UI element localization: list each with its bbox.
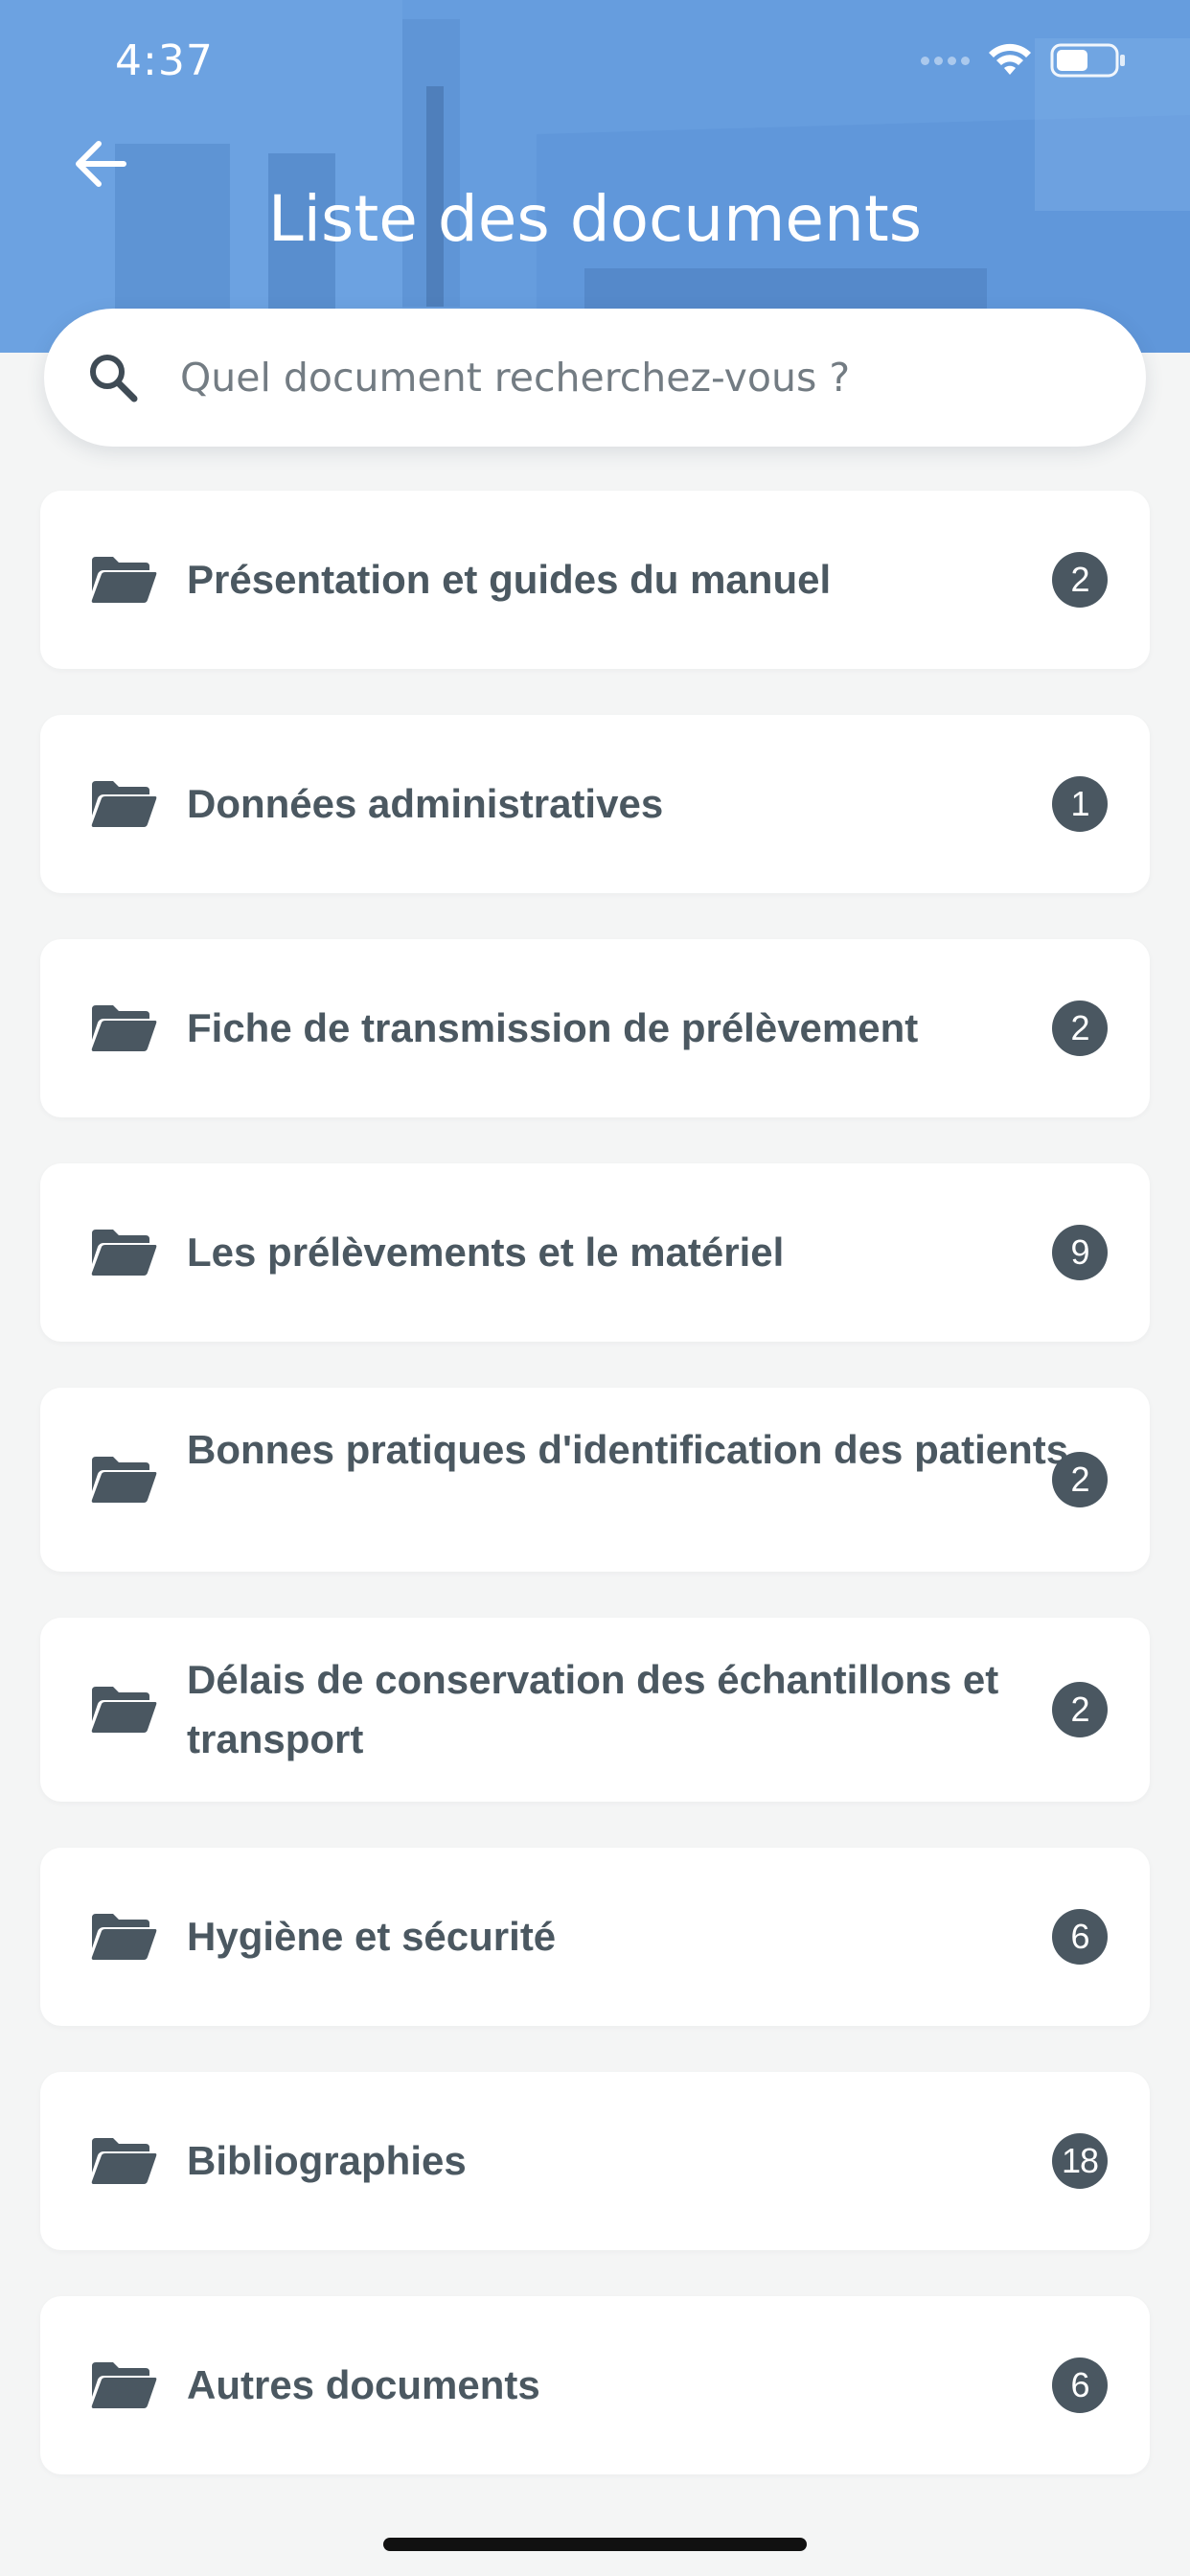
folder-title: Fiche de transmission de prélèvement <box>187 1005 919 1050</box>
document-count-badge: 2 <box>1052 1000 1108 1056</box>
folder-item-storage-transport[interactable]: Délais de conservation des échantillons … <box>40 1618 1150 1802</box>
folder-title: Bibliographies <box>187 2138 467 2183</box>
folder-open-icon <box>91 1230 157 1276</box>
folder-title: Délais de conservation des échantillons … <box>187 1657 999 1761</box>
search-icon <box>90 355 138 402</box>
folder-title: Bonnes pratiques d'identification des pa… <box>187 1427 1069 1472</box>
folder-title: Les prélèvements et le matériel <box>187 1230 785 1275</box>
battery-icon <box>1050 43 1125 78</box>
document-count-badge: 6 <box>1052 2358 1108 2413</box>
status-bar-time: 4:37 <box>115 36 214 85</box>
document-count-badge: 9 <box>1052 1225 1108 1280</box>
folder-item-other-documents[interactable]: Autres documents 6 <box>40 2296 1150 2474</box>
document-folder-list: Présentation et guides du manuel 2 Donné… <box>40 491 1150 2520</box>
folder-open-icon <box>91 781 157 827</box>
folder-title: Données administratives <box>187 781 664 826</box>
folder-item-sample-transmission-sheet[interactable]: Fiche de transmission de prélèvement 2 <box>40 939 1150 1117</box>
folder-open-icon <box>91 2362 157 2408</box>
folder-item-hygiene-safety[interactable]: Hygiène et sécurité 6 <box>40 1848 1150 2026</box>
page-title: Liste des documents <box>267 182 923 256</box>
folder-open-icon <box>91 1005 157 1051</box>
folder-open-icon <box>91 557 157 603</box>
folder-open-icon <box>91 1687 157 1733</box>
folder-open-icon <box>91 1457 157 1503</box>
document-count-badge: 2 <box>1052 1452 1108 1507</box>
folder-title: Hygiène et sécurité <box>187 1914 557 1959</box>
cellular-signal-icon <box>921 56 970 65</box>
header-banner: 4:37 Liste des documents <box>0 0 1190 353</box>
folder-title: Autres documents <box>187 2362 540 2407</box>
document-count-badge: 6 <box>1052 1909 1108 1965</box>
folder-open-icon <box>91 2138 157 2184</box>
folder-open-icon <box>91 1914 157 1960</box>
search-bar[interactable] <box>44 309 1146 447</box>
folder-item-bibliographies[interactable]: Bibliographies 18 <box>40 2072 1150 2250</box>
home-indicator[interactable] <box>383 2538 807 2551</box>
document-count-badge: 1 <box>1052 776 1108 832</box>
wifi-icon <box>989 43 1031 75</box>
document-count-badge: 18 <box>1052 2133 1108 2189</box>
search-input[interactable] <box>180 337 1100 418</box>
folder-item-samples-equipment[interactable]: Les prélèvements et le matériel 9 <box>40 1163 1150 1342</box>
status-bar-indicators <box>921 42 1127 79</box>
document-count-badge: 2 <box>1052 1682 1108 1737</box>
folder-item-administrative-data[interactable]: Données administratives 1 <box>40 715 1150 893</box>
document-count-badge: 2 <box>1052 552 1108 608</box>
folder-item-presentation-guides[interactable]: Présentation et guides du manuel 2 <box>40 491 1150 669</box>
folder-title: Présentation et guides du manuel <box>187 557 832 602</box>
folder-item-patient-identification[interactable]: Bonnes pratiques d'identification des pa… <box>40 1388 1150 1572</box>
